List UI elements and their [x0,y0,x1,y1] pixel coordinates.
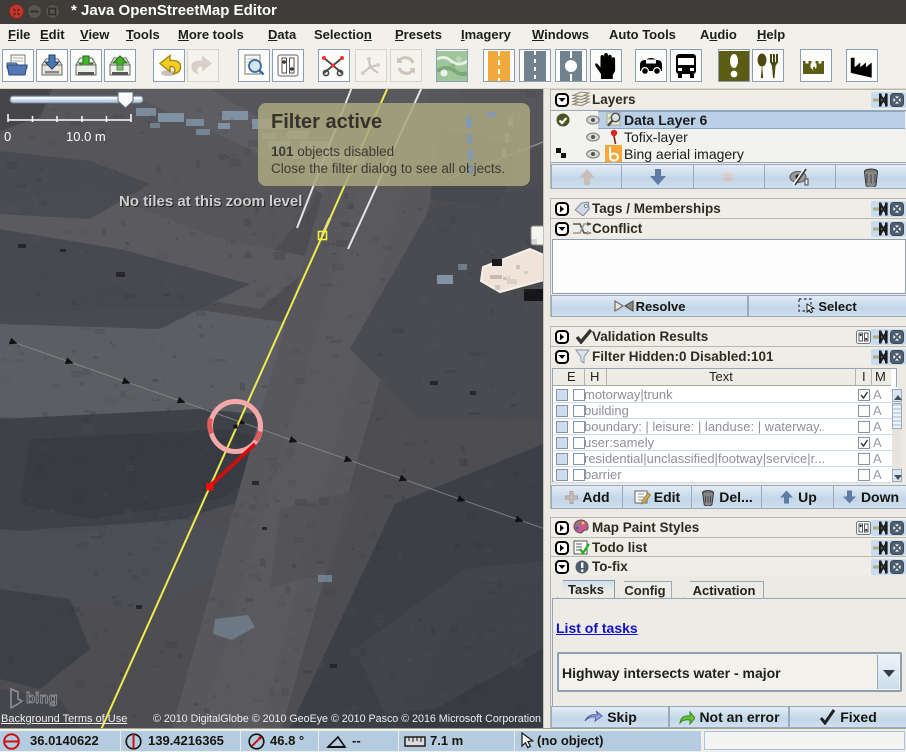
svg-text:10.0 m: 10.0 m [66,129,106,144]
svg-text:0: 0 [4,129,11,144]
svg-text:bing: bing [26,690,58,707]
